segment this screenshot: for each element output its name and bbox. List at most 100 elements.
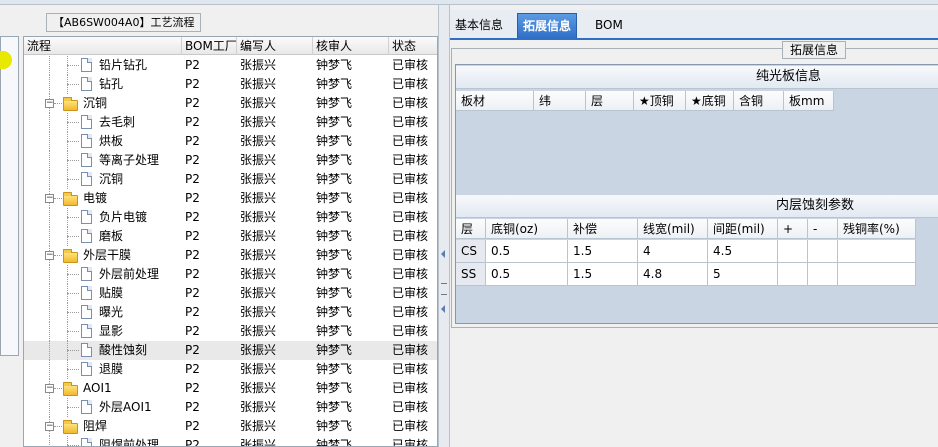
panel-splitter[interactable] (438, 5, 450, 447)
factory-cell: P2 (185, 362, 200, 376)
tree-row[interactable]: 沉铜 P2 张振兴 钟梦飞 已审核 (24, 170, 437, 189)
board-column-header[interactable]: 板mm (784, 91, 834, 111)
tree-row[interactable]: 酸性蚀刻 P2 张振兴 钟梦飞 已审核 (24, 341, 437, 360)
column-header-flow[interactable]: 流程 (24, 37, 182, 55)
etch-cell[interactable]: 0.5 (486, 240, 568, 263)
collapse-toggle-icon[interactable]: − (45, 194, 54, 203)
tree-row[interactable]: 外层AOI1 P2 张振兴 钟梦飞 已审核 (24, 398, 437, 417)
etch-cell[interactable]: 4.5 (708, 240, 778, 263)
status-cell: 已审核 (392, 343, 429, 357)
tree-row[interactable]: 退膜 P2 张振兴 钟梦飞 已审核 (24, 360, 437, 379)
column-header-factory[interactable]: BOM工厂 (182, 37, 237, 55)
etch-cell[interactable] (808, 240, 838, 263)
tree-header: 流程 BOM工厂 编写人 核审人 状态 (24, 37, 437, 55)
tree-row[interactable]: 磨板 P2 张振兴 钟梦飞 已审核 (24, 227, 437, 246)
collapse-toggle-icon[interactable]: − (45, 384, 54, 393)
tree-row[interactable]: 曝光 P2 张振兴 钟梦飞 已审核 (24, 303, 437, 322)
etch-cell[interactable] (778, 263, 808, 286)
factory-cell: P2 (185, 248, 200, 262)
tree-node-label: 贴膜 (99, 286, 124, 300)
factory-cell: P2 (185, 343, 200, 357)
etch-cell[interactable]: 0.5 (486, 263, 568, 286)
tree-node-label: 磨板 (99, 229, 124, 243)
status-cell: 已审核 (392, 134, 429, 148)
etch-cell[interactable]: 4 (638, 240, 708, 263)
tree-row[interactable]: − 外层干膜 P2 张振兴 钟梦飞 已审核 (24, 246, 437, 265)
status-cell: 已审核 (392, 210, 429, 224)
tab-basic-info[interactable]: 基本信息 (450, 13, 508, 38)
column-header-status[interactable]: 状态 (389, 37, 437, 55)
tree-row[interactable]: 等离子处理 P2 张振兴 钟梦飞 已审核 (24, 151, 437, 170)
etch-column-header[interactable]: + (778, 219, 808, 239)
status-cell: 已审核 (392, 438, 429, 447)
tree-row[interactable]: 去毛刺 P2 张振兴 钟梦飞 已审核 (24, 113, 437, 132)
tree-row[interactable]: − 电镀 P2 张振兴 钟梦飞 已审核 (24, 189, 437, 208)
collapse-toggle-icon[interactable]: − (45, 251, 54, 260)
tree-row[interactable]: 显影 P2 张振兴 钟梦飞 已审核 (24, 322, 437, 341)
status-cell: 已审核 (392, 419, 429, 433)
board-column-header[interactable]: ★顶铜 (634, 91, 686, 111)
tab-extended-info[interactable]: 拓展信息 (517, 13, 578, 38)
tree-row[interactable]: − 沉铜 P2 张振兴 钟梦飞 已审核 (24, 94, 437, 113)
tree-guide-line (67, 369, 79, 370)
etch-cell[interactable]: CS (456, 240, 486, 263)
column-header-writer[interactable]: 编写人 (237, 37, 313, 55)
tree-guide-line (67, 141, 79, 142)
tree-row[interactable]: 铅片钻孔 P2 张振兴 钟梦飞 已审核 (24, 56, 437, 75)
factory-cell: P2 (185, 419, 200, 433)
tree-row[interactable]: 负片电镀 P2 张振兴 钟梦飞 已审核 (24, 208, 437, 227)
splitter-grip-icon[interactable] (441, 283, 447, 295)
etch-cell[interactable] (808, 263, 838, 286)
etch-cell[interactable] (778, 240, 808, 263)
etch-cell[interactable]: 5 (708, 263, 778, 286)
board-column-header[interactable]: 纬 (534, 91, 586, 111)
writer-cell: 张振兴 (240, 438, 277, 447)
etch-cell[interactable]: 1.5 (568, 240, 638, 263)
tree-row[interactable]: 贴膜 P2 张振兴 钟梦飞 已审核 (24, 284, 437, 303)
document-icon (81, 134, 92, 148)
etch-cell[interactable]: 1.5 (568, 263, 638, 286)
etch-cell[interactable] (838, 263, 916, 286)
column-header-reviewer[interactable]: 核审人 (313, 37, 389, 55)
etch-cell[interactable] (838, 240, 916, 263)
process-tree: 流程 BOM工厂 编写人 核审人 状态 铅片钻孔 P2 张振兴 钟梦飞 已审核 钻孔 P2 张… (23, 36, 438, 447)
factory-cell: P2 (185, 77, 200, 91)
tree-guide-line (49, 208, 50, 227)
board-column-header[interactable]: 层 (586, 91, 634, 111)
tree-row[interactable]: − AOI1 P2 张振兴 钟梦飞 已审核 (24, 379, 437, 398)
collapse-left-icon[interactable] (441, 250, 445, 258)
tree-row[interactable]: − 阻焊 P2 张振兴 钟梦飞 已审核 (24, 417, 437, 436)
etch-column-header[interactable]: 残铜率(%) (838, 219, 916, 239)
tree-row[interactable]: 烘板 P2 张振兴 钟梦飞 已审核 (24, 132, 437, 151)
tree-node-label: 铅片钻孔 (99, 58, 148, 72)
board-column-header[interactable]: 含铜 (734, 91, 784, 111)
tree-row[interactable]: 阻焊前处理 P2 张振兴 钟梦飞 已审核 (24, 436, 437, 447)
etch-column-header[interactable]: 间距(mil) (708, 219, 778, 239)
status-cell: 已审核 (392, 229, 429, 243)
etch-column-header[interactable]: 底铜(oz) (486, 219, 568, 239)
etch-cell[interactable]: 4.8 (638, 263, 708, 286)
etch-column-header[interactable]: 层 (456, 219, 486, 239)
collapse-toggle-icon[interactable]: − (45, 422, 54, 431)
board-column-header[interactable]: 板材 (456, 91, 534, 111)
collapse-right-icon[interactable] (441, 305, 445, 313)
tree-guide-line (49, 303, 50, 322)
factory-cell: P2 (185, 210, 200, 224)
status-cell: 已审核 (392, 248, 429, 262)
etch-column-header[interactable]: 补偿 (568, 219, 638, 239)
etch-cell[interactable]: SS (456, 263, 486, 286)
collapse-toggle-icon[interactable]: − (45, 99, 54, 108)
writer-cell: 张振兴 (240, 210, 277, 224)
etch-column-header[interactable]: - (808, 219, 838, 239)
etch-column-header[interactable]: 线宽(mil) (638, 219, 708, 239)
writer-cell: 张振兴 (240, 343, 277, 357)
factory-cell: P2 (185, 400, 200, 414)
reviewer-cell: 钟梦飞 (316, 438, 353, 447)
writer-cell: 张振兴 (240, 286, 277, 300)
tree-row[interactable]: 外层前处理 P2 张振兴 钟梦飞 已审核 (24, 265, 437, 284)
tab-bom[interactable]: BOM (590, 13, 628, 38)
tree-guide-line (49, 341, 50, 360)
reviewer-cell: 钟梦飞 (316, 286, 353, 300)
tree-row[interactable]: 钻孔 P2 张振兴 钟梦飞 已审核 (24, 75, 437, 94)
board-column-header[interactable]: ★底铜 (686, 91, 734, 111)
